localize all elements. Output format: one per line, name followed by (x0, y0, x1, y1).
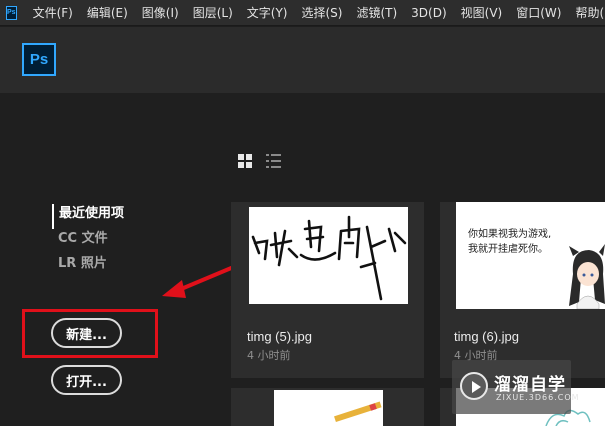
photoshop-logo: Ps (22, 43, 56, 76)
file-time: 4 小时前 (247, 349, 291, 362)
watermark-title: 溜溜自学 (494, 375, 566, 395)
menu-window[interactable]: 窗口(W) (516, 0, 561, 26)
menu-3d[interactable]: 3D(D) (411, 0, 446, 26)
file-name: timg (5).jpg (247, 329, 313, 344)
nav-lr-photos[interactable]: LR 照片 (52, 254, 124, 279)
open-button[interactable]: 打开... (51, 365, 122, 395)
menu-image[interactable]: 图像(I) (142, 0, 179, 26)
menu-help[interactable]: 帮助(H) (575, 0, 605, 26)
anime-girl-icon (569, 244, 605, 309)
menu-type[interactable]: 文字(Y) (247, 0, 288, 26)
handwriting-thumbnail-icon (251, 215, 407, 301)
menu-edit[interactable]: 编辑(E) (87, 0, 128, 26)
app-header: Ps (0, 27, 605, 93)
menu-items: 文件(F) 编辑(E) 图像(I) 图层(L) 文字(Y) 选择(S) 滤镜(T… (33, 0, 605, 26)
recent-file-card[interactable] (231, 388, 424, 426)
menu-layer[interactable]: 图层(L) (193, 0, 233, 26)
view-toggle (238, 154, 281, 168)
nav-recent[interactable]: 最近使用项 (52, 204, 124, 229)
new-button[interactable]: 新建... (51, 318, 122, 348)
file-name: timg (6).jpg (454, 329, 520, 344)
recent-file-card[interactable]: 你如果视我为游戏, 我就开挂虐死你。 timg (6).jpg 4 小时前 (440, 202, 605, 378)
thumbnail-caption: 你如果视我为游戏, 我就开挂虐死你。 (468, 229, 552, 255)
watermark-subtitle: ZIXUE.3D66.COM (496, 393, 580, 402)
annotation-arrow-icon (162, 264, 238, 298)
grid-view-icon[interactable] (238, 154, 252, 168)
side-nav: 最近使用项 CC 文件 LR 照片 (52, 204, 124, 279)
menu-view[interactable]: 视图(V) (461, 0, 503, 26)
menu-file[interactable]: 文件(F) (33, 0, 73, 26)
app-icon: Ps (6, 5, 17, 20)
list-view-icon[interactable] (266, 154, 281, 168)
file-thumbnail (249, 207, 408, 304)
menu-filter[interactable]: 滤镜(T) (356, 0, 397, 26)
watermark-logo: 溜溜自学 ZIXUE.3D66.COM (452, 360, 579, 414)
menu-select[interactable]: 选择(S) (301, 0, 342, 26)
file-thumbnail: 你如果视我为游戏, 我就开挂虐死你。 (456, 202, 605, 309)
recent-file-card[interactable]: timg (5).jpg 4 小时前 (231, 202, 424, 378)
file-thumbnail (274, 390, 383, 426)
menu-bar: Ps 文件(F) 编辑(E) 图像(I) 图层(L) 文字(Y) 选择(S) 滤… (0, 0, 605, 26)
pencil-thumbnail-icon (334, 401, 382, 423)
nav-cc-files[interactable]: CC 文件 (52, 229, 124, 254)
play-icon (460, 372, 488, 400)
